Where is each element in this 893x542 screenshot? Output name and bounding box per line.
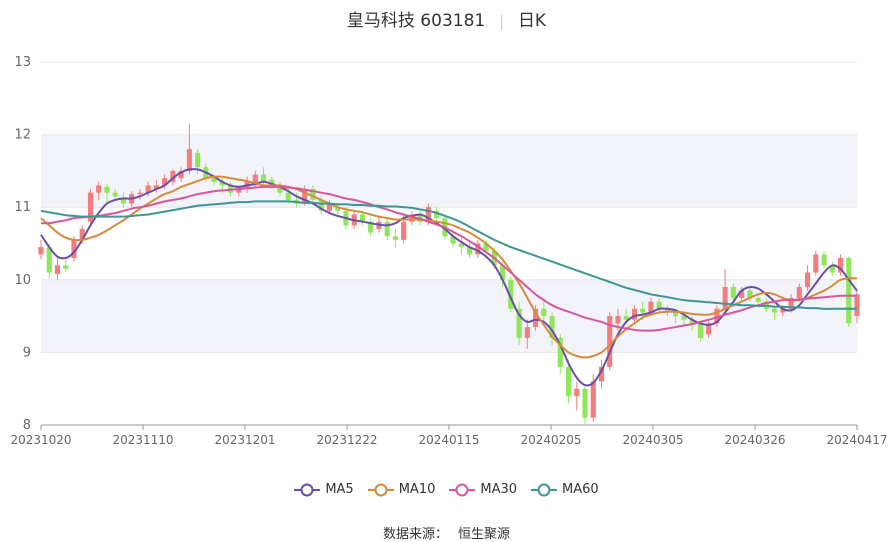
candle-body xyxy=(821,254,827,266)
source-provider: 恒生聚源 xyxy=(458,527,511,542)
y-tick-label: 10 xyxy=(14,273,31,288)
legend-marker-circle xyxy=(374,483,388,496)
legend-marker-icon xyxy=(367,483,394,496)
legend-marker-circle xyxy=(537,483,551,496)
candle-body xyxy=(392,236,398,240)
candle xyxy=(607,312,613,371)
candle xyxy=(582,385,588,425)
candle xyxy=(722,268,728,313)
legend-label: MA30 xyxy=(480,482,518,497)
candle-body xyxy=(63,265,69,269)
candle xyxy=(804,265,811,291)
legend-marker-icon xyxy=(531,483,558,496)
x-tick-label: 20240417 xyxy=(826,433,887,447)
candle-body xyxy=(104,186,110,193)
x-tick-label: 20231222 xyxy=(316,433,377,447)
legend-label: MA10 xyxy=(398,482,436,497)
candle-body xyxy=(590,381,596,418)
y-tick-label: 13 xyxy=(14,55,31,70)
candle xyxy=(38,239,44,260)
candle-body xyxy=(697,323,703,338)
candle xyxy=(63,259,69,273)
legend-marker-icon xyxy=(294,483,321,496)
candle-body xyxy=(796,287,802,298)
grid-lines xyxy=(41,61,857,426)
candle-body xyxy=(186,149,192,171)
candle xyxy=(813,250,819,277)
candle-body xyxy=(772,308,778,313)
candlestick-chart: 8910111213 20231020 20231110 20231201 20231… xyxy=(10,55,888,447)
legend-marker-circle xyxy=(300,483,314,496)
legend-item-ma30[interactable]: MA30 xyxy=(449,482,517,497)
candle-body xyxy=(730,287,736,298)
candle xyxy=(368,218,374,237)
candle xyxy=(458,236,464,255)
candle-body xyxy=(673,312,679,317)
candle-body xyxy=(195,152,201,168)
x-tick-label: 20240205 xyxy=(520,433,581,447)
candle xyxy=(186,123,192,175)
candle-body xyxy=(565,366,572,396)
candle-body xyxy=(112,192,118,197)
candle-body xyxy=(260,174,267,182)
candle xyxy=(829,261,835,277)
candle xyxy=(846,256,852,327)
candle-body xyxy=(813,254,819,273)
candle-body xyxy=(54,265,61,274)
candle-body xyxy=(722,287,728,309)
x-tick-label: 20240115 xyxy=(418,433,479,447)
y-axis: 8 9 10 11 12 13 xyxy=(14,55,31,433)
x-tick-label: 20231020 xyxy=(10,433,71,447)
candle xyxy=(384,218,390,240)
candle xyxy=(87,189,94,226)
candle-body xyxy=(755,297,761,302)
x-tick-label: 20231201 xyxy=(214,433,275,447)
candle xyxy=(392,228,398,248)
x-tick-label: 20240326 xyxy=(724,433,785,447)
legend-item-ma10[interactable]: MA10 xyxy=(367,482,436,497)
source-label: 数据来源： xyxy=(382,527,448,542)
data-source: 数据来源： 恒生聚源 xyxy=(0,523,893,542)
candle xyxy=(54,258,61,280)
candle-body xyxy=(582,388,588,418)
candle-body xyxy=(846,258,852,324)
legend-label: MA5 xyxy=(325,482,354,497)
candle-body xyxy=(640,308,646,313)
candle-body xyxy=(401,221,407,240)
candle-body xyxy=(96,185,102,193)
legend-marker-circle xyxy=(455,483,469,496)
y-tick-label: 11 xyxy=(14,200,31,215)
candle-body xyxy=(38,247,44,255)
legend-item-ma60[interactable]: MA60 xyxy=(531,482,599,497)
y-tick-label: 12 xyxy=(14,128,31,143)
grid-bands xyxy=(41,134,857,353)
candle xyxy=(837,254,844,277)
candle-body xyxy=(524,326,530,338)
candle xyxy=(821,250,827,269)
candle-body xyxy=(285,192,291,200)
legend-item-ma5[interactable]: MA5 xyxy=(294,482,354,497)
y-tick-label: 8 xyxy=(23,418,31,433)
legend-label: MA60 xyxy=(562,482,599,497)
x-tick-label: 20231110 xyxy=(112,433,173,447)
grid-band xyxy=(41,134,857,208)
x-tick-label: 20240305 xyxy=(622,433,683,447)
legend: MA5 MA10 MA30 MA60 xyxy=(0,482,893,497)
candle-body xyxy=(541,308,547,317)
candle-body xyxy=(854,294,860,317)
candle-body xyxy=(615,316,621,324)
candle-body xyxy=(574,388,580,396)
candle-body xyxy=(804,272,811,288)
candle xyxy=(574,381,580,411)
candle-body xyxy=(137,192,143,195)
x-axis: 20231020 20231110 20231201 20231222 20240115… xyxy=(10,424,888,447)
y-tick-label: 9 xyxy=(23,345,31,360)
legend-marker-icon xyxy=(449,483,476,496)
candle-body xyxy=(384,221,390,237)
